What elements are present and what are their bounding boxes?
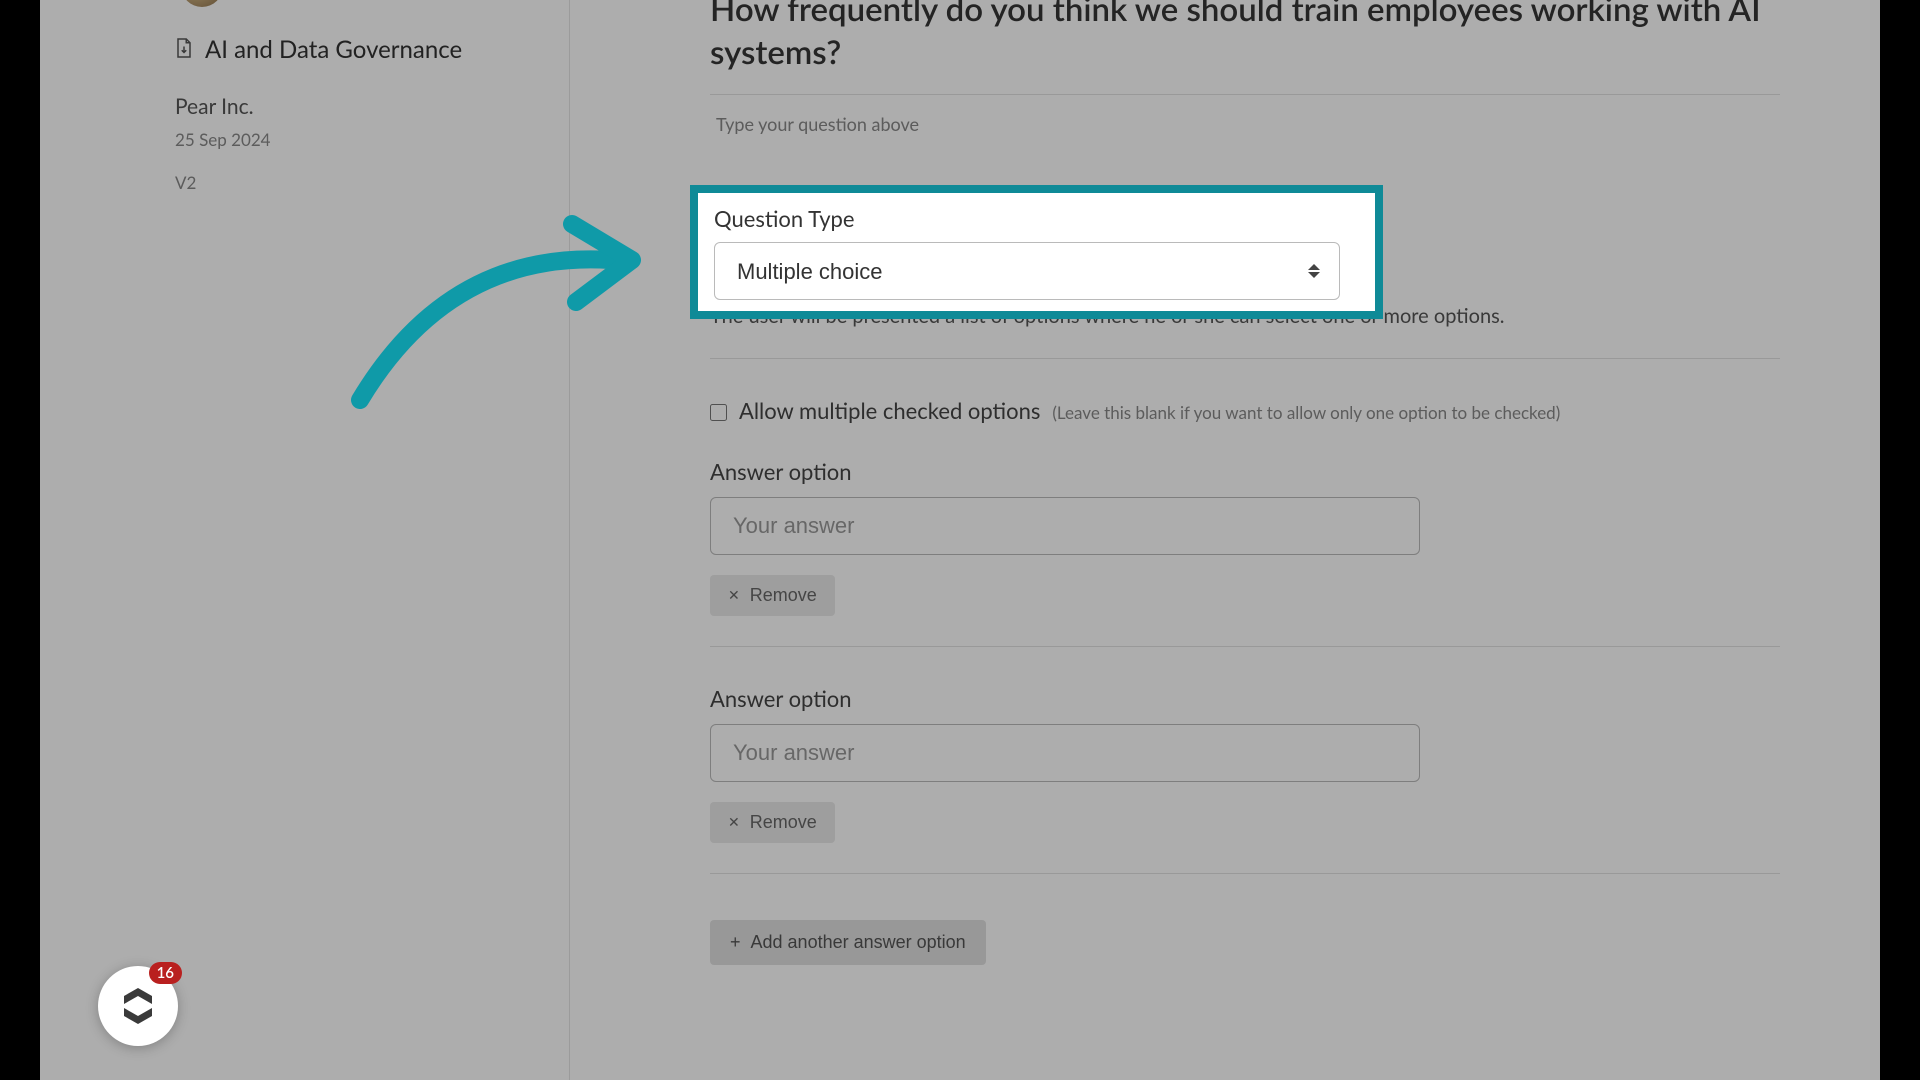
close-icon: ✕ — [728, 814, 740, 831]
letterbox-left — [0, 0, 40, 1080]
sidebar: AI and Data Governance Pear Inc. 25 Sep … — [40, 0, 570, 1080]
allow-multiple-sublabel: (Leave this blank if you want to allow o… — [1052, 402, 1560, 423]
letterbox-right — [1880, 0, 1920, 1080]
remove-option-button[interactable]: ✕ Remove — [710, 575, 835, 616]
answer-option-input[interactable] — [710, 497, 1420, 555]
avatar[interactable] — [181, 0, 223, 7]
section-divider — [710, 873, 1780, 874]
document-date: 25 Sep 2024 — [175, 129, 539, 150]
highlight-select-wrap: Multiple choice — [714, 242, 1340, 300]
document-row[interactable]: AI and Data Governance — [175, 35, 539, 64]
answer-option-input[interactable] — [710, 724, 1420, 782]
allow-multiple-label: Allow multiple checked options — [739, 397, 1040, 424]
question-hint: Type your question above — [710, 95, 1780, 153]
add-answer-option-button[interactable]: + Add another answer option — [710, 920, 986, 965]
remove-option-button[interactable]: ✕ Remove — [710, 802, 835, 843]
document-version: V2 — [175, 172, 539, 193]
chevron-updown-icon — [1308, 264, 1320, 278]
app-container: AI and Data Governance Pear Inc. 25 Sep … — [40, 0, 1880, 1080]
section-divider — [710, 646, 1780, 647]
remove-label: Remove — [750, 585, 817, 606]
add-option-label: Add another answer option — [751, 932, 966, 953]
chat-fab[interactable]: 16 — [98, 966, 178, 1046]
remove-label: Remove — [750, 812, 817, 833]
allow-multiple-checkbox[interactable] — [710, 404, 727, 421]
section-divider — [710, 358, 1780, 359]
question-title: How frequently do you think we should tr… — [710, 0, 1780, 74]
document-title: AI and Data Governance — [205, 35, 462, 64]
main-content: How frequently do you think we should tr… — [570, 0, 1880, 1080]
highlight-question-type: Question Type Multiple choice — [690, 185, 1383, 319]
answer-option-label: Answer option — [710, 458, 1780, 485]
document-icon — [175, 37, 193, 63]
plus-icon: + — [730, 932, 741, 953]
answer-option-block: Answer option ✕ Remove — [710, 685, 1780, 843]
answer-option-label: Answer option — [710, 685, 1780, 712]
allow-multiple-row: Allow multiple checked options (Leave th… — [710, 397, 1780, 424]
close-icon: ✕ — [728, 587, 740, 604]
company-name: Pear Inc. — [175, 94, 539, 119]
chat-logo-icon — [116, 984, 160, 1028]
chat-badge: 16 — [149, 962, 182, 984]
answer-option-block: Answer option ✕ Remove — [710, 458, 1780, 616]
highlight-question-type-select[interactable]: Multiple choice — [714, 242, 1340, 300]
highlight-label: Question Type — [714, 205, 1359, 232]
